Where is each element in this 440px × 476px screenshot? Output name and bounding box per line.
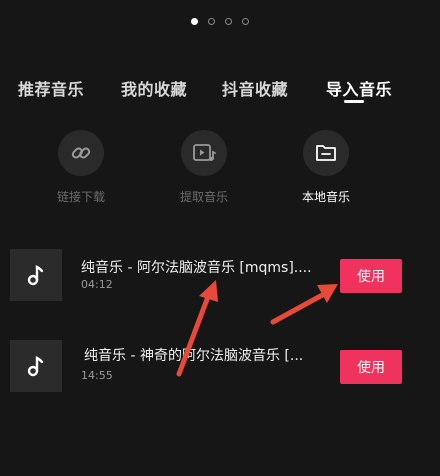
page-dot-3[interactable]: [225, 18, 232, 25]
link-download-label: 链接下载: [56, 190, 105, 204]
music-tabs: 推荐音乐 我的收藏 抖音收藏 导入音乐: [0, 76, 424, 100]
active-tab-indicator: [344, 100, 364, 103]
annotation-arrows: [176, 280, 338, 377]
tab-recommended[interactable]: 推荐音乐: [18, 76, 84, 100]
music-note-icon: [10, 340, 62, 392]
extract-music-button[interactable]: 提取音乐: [164, 130, 244, 205]
song-title: 纯音乐 - 阿尔法脑波音乐 [mqms]....: [81, 260, 312, 276]
link-download-button[interactable]: 链接下载: [41, 130, 121, 205]
song-title: 纯音乐 - 神奇的阿尔法脑波音乐 [...: [84, 348, 304, 364]
import-actions: 链接下载 提取音乐 本地音乐: [0, 130, 424, 210]
tab-import-music[interactable]: 导入音乐: [326, 76, 392, 100]
use-button[interactable]: 使用: [340, 350, 402, 384]
tab-favorites[interactable]: 我的收藏: [121, 76, 187, 100]
video-music-icon: [181, 130, 227, 176]
folder-icon: [303, 130, 349, 176]
extract-music-label: 提取音乐: [179, 190, 228, 204]
music-note-icon: [10, 249, 62, 301]
link-icon: [58, 130, 104, 176]
page-dot-2[interactable]: [208, 18, 215, 25]
use-button[interactable]: 使用: [340, 259, 402, 293]
local-music-button[interactable]: 本地音乐: [286, 130, 366, 205]
page-dot-1[interactable]: [191, 18, 198, 25]
page-indicator: [0, 18, 440, 25]
song-duration: 04:12: [81, 278, 113, 291]
song-row[interactable]: 纯音乐 - 阿尔法脑波音乐 [mqms].... 04:12 使用: [0, 249, 424, 305]
song-row[interactable]: 纯音乐 - 神奇的阿尔法脑波音乐 [... 14:55 使用: [0, 340, 424, 396]
local-music-label: 本地音乐: [301, 190, 350, 204]
page-dot-4[interactable]: [242, 18, 249, 25]
tab-douyin-favorites[interactable]: 抖音收藏: [222, 76, 288, 100]
song-duration: 14:55: [81, 369, 113, 382]
